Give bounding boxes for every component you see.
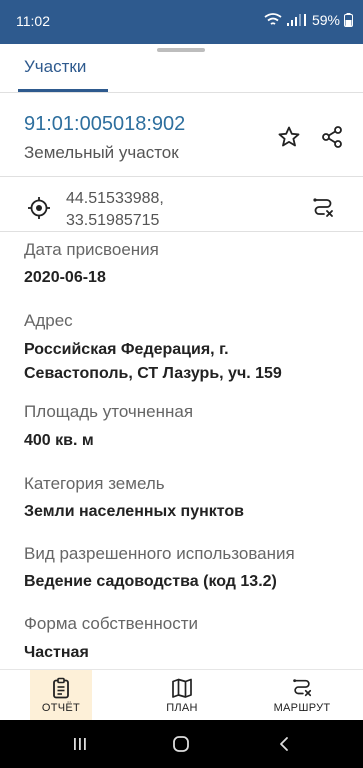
field-value-land-category: Земли населенных пунктов	[24, 503, 245, 520]
home-button[interactable]	[163, 720, 199, 768]
bottom-navigation: ОТЧЁТ ПЛАН МАРШРУТ	[0, 669, 363, 721]
signal-icon	[286, 14, 306, 26]
favorite-button[interactable]	[274, 122, 304, 152]
field-label-address: Адрес	[24, 311, 73, 330]
nav-plan-label: ПЛАН	[166, 702, 198, 714]
field-label-ownership: Форма собственности	[24, 614, 198, 633]
field-label-date: Дата присвоения	[24, 240, 159, 259]
field-value-permitted-use: Ведение садоводства (код 13.2)	[24, 573, 277, 590]
battery-percent: 59%	[311, 12, 340, 28]
status-icons: 59%	[264, 12, 353, 28]
coordinate-lon: 33.51985715	[66, 212, 160, 229]
route-icon	[293, 679, 312, 697]
field-label-land-category: Категория земель	[24, 474, 165, 493]
field-value-date: 2020-06-18	[24, 269, 106, 286]
nav-report-label: ОТЧЁТ	[41, 702, 81, 714]
status-bar: 11:02 59%	[0, 0, 363, 44]
nav-route-label: МАРШРУТ	[273, 702, 331, 714]
route-button[interactable]	[308, 193, 338, 223]
nav-route[interactable]: МАРШРУТ	[262, 670, 342, 721]
locate-button[interactable]	[24, 193, 54, 223]
crosshair-icon	[28, 197, 50, 219]
parcel-number[interactable]: 91:01:005018:902	[24, 113, 185, 136]
clipboard-icon	[53, 677, 69, 699]
system-navigation-bar	[0, 720, 363, 768]
back-button[interactable]	[266, 720, 302, 768]
divider	[0, 231, 363, 232]
coordinate-lat: 44.51533988,	[66, 190, 164, 207]
divider	[0, 92, 363, 93]
sheet-drag-handle[interactable]	[157, 48, 205, 52]
parcel-type: Земельный участок	[24, 143, 179, 162]
route-icon	[313, 198, 333, 217]
map-icon	[172, 678, 192, 698]
coordinates[interactable]: 44.51533988, 33.51985715	[66, 188, 164, 232]
field-value-area: 400 кв. м	[24, 432, 94, 449]
status-time: 11:02	[16, 13, 50, 29]
divider	[0, 176, 363, 177]
recent-apps-icon	[74, 738, 86, 750]
field-value-address: Российская Федерация, г. Севастополь, СТ…	[24, 341, 282, 382]
field-label-area: Площадь уточненная	[24, 402, 194, 421]
share-button[interactable]	[317, 122, 347, 152]
field-label-permitted-use: Вид разрешенного использования	[24, 544, 295, 563]
tab-parcels[interactable]: Участки	[24, 57, 86, 77]
nav-report[interactable]: ОТЧЁТ	[30, 670, 92, 721]
battery-icon	[344, 13, 353, 27]
field-value-ownership: Частная	[24, 644, 89, 661]
star-icon	[278, 126, 300, 147]
nav-plan[interactable]: ПЛАН	[151, 670, 213, 721]
wifi-icon	[264, 13, 282, 25]
home-icon	[173, 736, 189, 752]
recent-apps-button[interactable]	[62, 720, 98, 768]
back-icon	[280, 737, 288, 751]
share-icon	[322, 126, 342, 148]
